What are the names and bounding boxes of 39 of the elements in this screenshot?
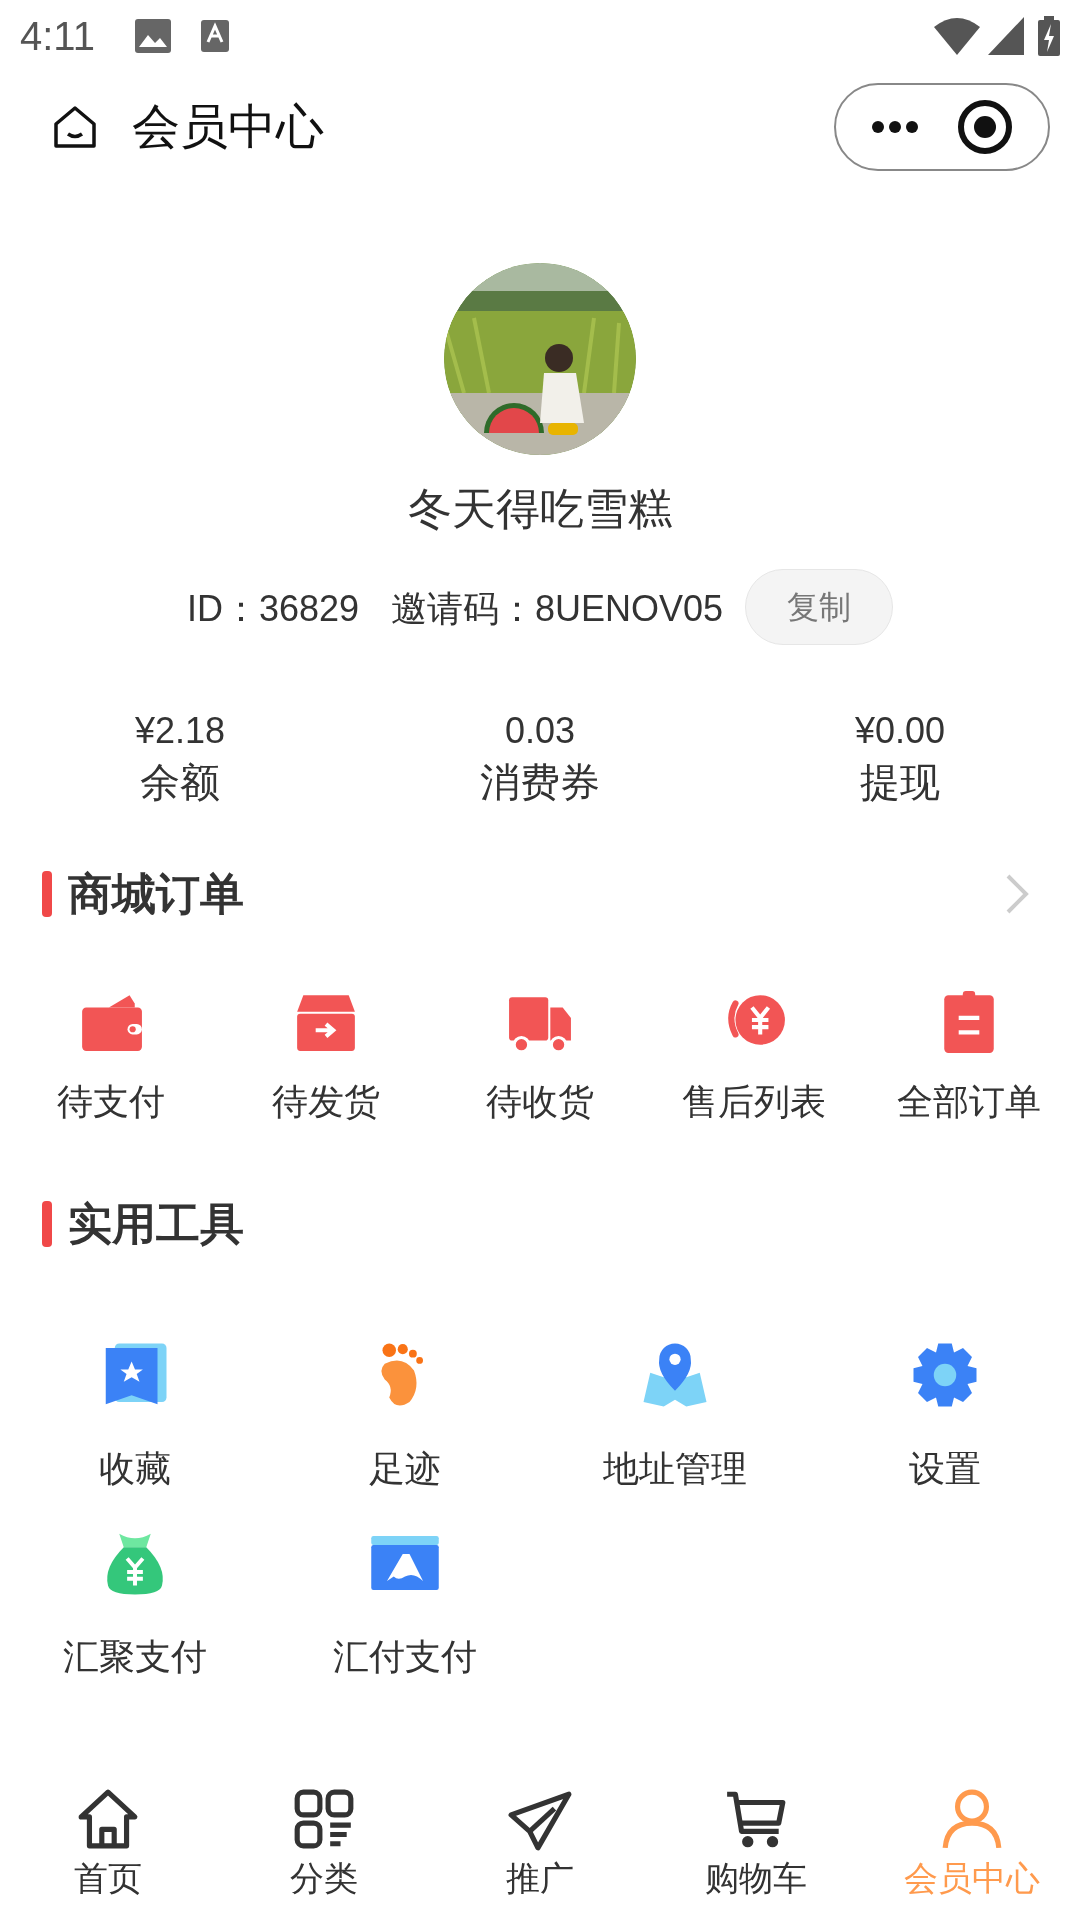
section-title: 实用工具: [68, 1198, 244, 1250]
order-shortcut[interactable]: 待发货: [218, 989, 433, 1129]
signal-icon: [988, 17, 1024, 55]
battery-icon: [1038, 16, 1060, 56]
tool-shortcut[interactable]: 汇付支付: [270, 1527, 540, 1675]
section-marker: [42, 871, 52, 917]
image-icon: [134, 19, 171, 53]
tool-shortcut[interactable]: 收藏: [0, 1339, 270, 1487]
tab-item[interactable]: 首页: [0, 1768, 216, 1920]
page-title: 会员中心: [132, 99, 324, 155]
record-icon[interactable]: [957, 99, 1013, 155]
order-shortcut[interactable]: 全部订单: [861, 989, 1076, 1129]
tool-shortcut[interactable]: 设置: [810, 1339, 1080, 1487]
status-time: 4:11: [20, 13, 95, 60]
stat-label: 余额: [140, 759, 220, 806]
wifi-icon: [934, 17, 980, 55]
stat-value: ¥2.18: [134, 709, 226, 753]
stat-label: 提现: [860, 759, 940, 806]
section-title: 商城订单: [68, 868, 244, 920]
order-shortcut[interactable]: 售后列表: [647, 989, 862, 1129]
stat-value: 0.03: [504, 709, 576, 753]
tab-item[interactable]: 分类: [216, 1768, 432, 1920]
home-icon[interactable]: [52, 104, 98, 150]
invite-code: 邀请码：8UENOV05: [391, 587, 724, 631]
order-shortcut[interactable]: 待支付: [4, 989, 219, 1129]
copy-button[interactable]: 复制: [745, 569, 894, 645]
order-shortcut[interactable]: 待收货: [432, 989, 648, 1129]
stat-label: 消费券: [480, 759, 600, 806]
stat-value: ¥0.00: [854, 709, 946, 753]
tool-shortcut[interactable]: 足迹: [270, 1339, 540, 1487]
tool-shortcut[interactable]: 地址管理: [540, 1339, 810, 1487]
user-name: 冬天得吃雪糕: [408, 487, 672, 531]
keyboard-icon: [200, 20, 229, 52]
user-id: ID：36829: [186, 587, 359, 631]
section-marker: [42, 1201, 52, 1247]
more-icon[interactable]: [871, 120, 919, 134]
tab-item[interactable]: 推广: [432, 1768, 648, 1920]
tool-shortcut[interactable]: 汇聚支付: [0, 1527, 270, 1675]
tab-item[interactable]: 购物车: [648, 1768, 864, 1920]
